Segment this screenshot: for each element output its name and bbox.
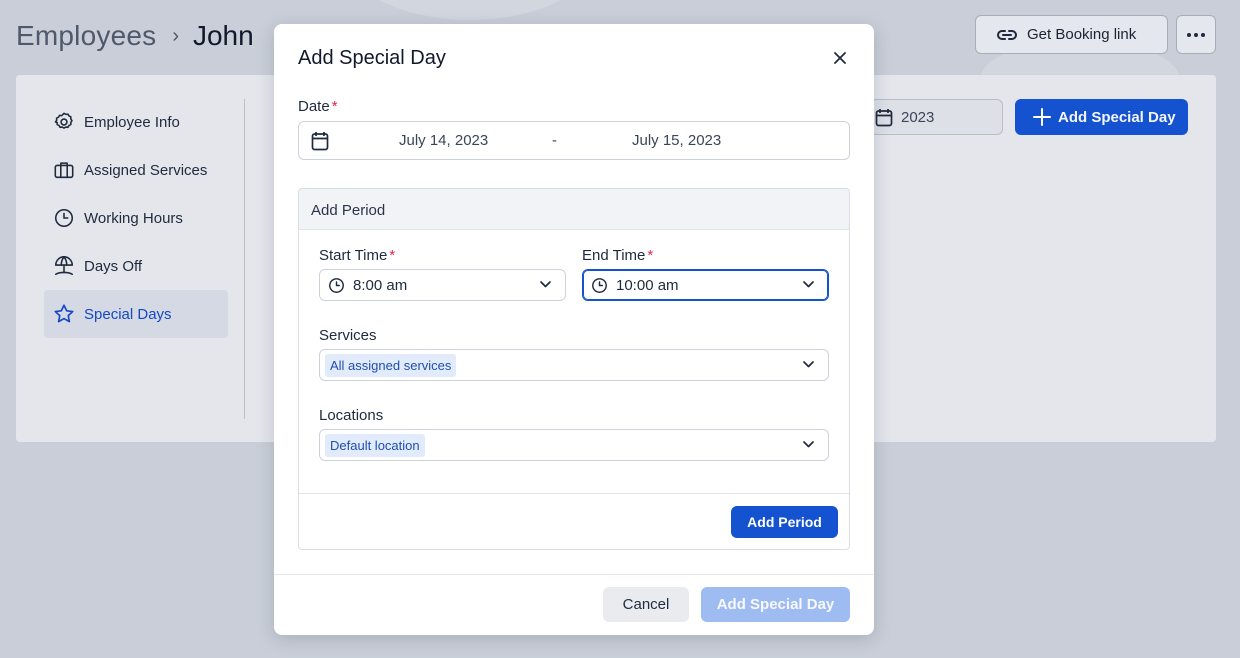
start-time-label: Start Time *: [319, 247, 395, 264]
chevron-down-icon: [540, 281, 551, 288]
more-options-button[interactable]: [1176, 15, 1216, 54]
add-period-button[interactable]: Add Period: [731, 506, 838, 538]
date-from[interactable]: July 14, 2023: [399, 132, 488, 149]
briefcase-icon: [54, 162, 74, 179]
more-horizontal-icon: [1187, 32, 1205, 37]
chevron-down-icon: [803, 361, 814, 368]
sidebar-item-label: Days Off: [84, 257, 143, 275]
period-section-title: Add Period: [299, 189, 849, 230]
required-marker: *: [331, 98, 338, 115]
breadcrumb-current: John: [192, 20, 254, 51]
sidebar-item-label: Assigned Services: [84, 161, 208, 179]
sidebar-item-working-hours[interactable]: Working Hours: [44, 194, 228, 242]
sidebar: Employee Info Assigned Services Working …: [44, 98, 228, 338]
end-time-select[interactable]: 10:00 am: [582, 269, 829, 301]
year-value: 2023: [901, 108, 935, 126]
sidebar-item-label: Working Hours: [84, 209, 183, 227]
add-special-day-button[interactable]: Add Special Day: [1015, 99, 1188, 135]
plus-icon: [1033, 108, 1051, 126]
get-booking-link-label: Get Booking link: [1027, 26, 1137, 43]
chevron-down-icon: [803, 281, 814, 288]
period-divider: [299, 493, 849, 494]
add-period-section: Add Period Start Time * 8:00 am End Time *…: [298, 188, 850, 550]
breadcrumb: Employees › John: [16, 14, 254, 58]
services-select[interactable]: All assigned services: [319, 349, 829, 381]
background-decoration: [340, 0, 600, 20]
close-icon: [834, 52, 846, 64]
date-to[interactable]: July 15, 2023: [632, 132, 721, 149]
end-time-label-text: End Time: [582, 247, 646, 264]
cancel-button[interactable]: Cancel: [603, 587, 689, 622]
locations-select[interactable]: Default location: [319, 429, 829, 461]
date-range-picker[interactable]: July 14, 2023 - July 15, 2023: [298, 121, 850, 160]
end-time-label: End Time *: [582, 247, 653, 264]
modal-footer-divider: [274, 574, 874, 575]
sidebar-item-special-days[interactable]: Special Days: [44, 290, 228, 338]
gear-icon: [54, 112, 73, 129]
star-icon: [54, 304, 74, 323]
date-separator: -: [552, 132, 557, 149]
date-label: Date *: [298, 98, 338, 115]
calendar-icon: [875, 109, 893, 127]
modal-title: Add Special Day: [298, 47, 446, 69]
sidebar-item-employee-info[interactable]: Employee Info: [44, 98, 228, 146]
date-label-text: Date: [298, 98, 330, 115]
start-time-value: 8:00 am: [353, 276, 408, 294]
sidebar-item-label: Special Days: [84, 305, 172, 323]
clock-icon: [54, 208, 74, 228]
sidebar-divider: [244, 99, 245, 419]
close-button[interactable]: [832, 50, 848, 66]
required-marker: *: [647, 247, 654, 264]
beach-umbrella-icon: [54, 256, 74, 276]
add-special-day-modal: Add Special Day Date * July 14, 2023 - Ju…: [274, 24, 874, 635]
link-icon: [997, 29, 1017, 40]
sidebar-item-label: Employee Info: [84, 113, 180, 131]
locations-label: Locations: [319, 407, 384, 424]
breadcrumb-employees[interactable]: Employees: [16, 20, 156, 52]
calendar-icon: [311, 132, 329, 151]
required-marker: *: [389, 247, 396, 264]
start-time-select[interactable]: 8:00 am: [319, 269, 566, 301]
service-chip: All assigned services: [325, 353, 457, 377]
year-picker[interactable]: 2023: [870, 99, 1003, 135]
location-chip: Default location: [325, 433, 425, 457]
add-special-day-label: Add Special Day: [1058, 108, 1176, 126]
breadcrumb-separator-icon: ›: [172, 24, 179, 47]
clock-icon: [329, 277, 344, 293]
sidebar-item-assigned-services[interactable]: Assigned Services: [44, 146, 228, 194]
services-label: Services: [319, 327, 377, 344]
submit-add-special-day-button[interactable]: Add Special Day: [701, 587, 850, 622]
end-time-value: 10:00 am: [616, 276, 679, 294]
get-booking-link-button[interactable]: Get Booking link: [975, 15, 1168, 54]
start-time-label-text: Start Time: [319, 247, 388, 264]
sidebar-item-days-off[interactable]: Days Off: [44, 242, 228, 290]
chevron-down-icon: [803, 441, 814, 448]
clock-icon: [592, 277, 607, 293]
